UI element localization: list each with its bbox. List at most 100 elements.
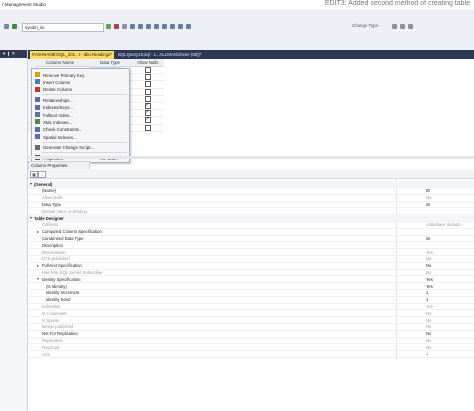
indexes-icon xyxy=(35,104,40,110)
execute-icon[interactable] xyxy=(106,24,111,29)
menu-item-spatial-indexes[interactable]: Spatial Indexes... xyxy=(32,133,129,141)
menu-separator xyxy=(42,94,127,96)
property-label: Full-text Specification xyxy=(42,263,82,269)
menu-item-generate-change-script[interactable]: Generate Change Script... xyxy=(32,144,129,152)
property-label: Merge-published xyxy=(42,324,74,330)
property-label: Has Non-SQL Server Subscriber xyxy=(42,269,103,275)
property-value: No xyxy=(426,269,432,275)
tab-table-designer[interactable]: #VSHNAME\SQL_201...t - dbo.Reading2* xyxy=(30,51,114,59)
alphabetical-icon[interactable]: ↓ xyxy=(38,171,46,178)
secondary-toolbar xyxy=(0,33,474,50)
property-value: No xyxy=(426,195,432,201)
property-label: (General) xyxy=(34,181,53,187)
expander-icon[interactable]: ▾ xyxy=(37,276,39,281)
object-explorer-panel[interactable] xyxy=(0,50,28,411)
key-icon xyxy=(35,72,40,77)
menu-item-delete-column[interactable]: Delete Column xyxy=(32,86,129,94)
menu-item-label: Remove Primary Key xyxy=(43,72,85,78)
results-to-grid-icon[interactable] xyxy=(146,24,151,29)
property-label: Identity Seed xyxy=(46,297,71,303)
menu-item-label: Check Constraints... xyxy=(43,127,83,133)
stop-icon[interactable] xyxy=(114,24,119,29)
allow-nulls-checkbox[interactable] xyxy=(145,88,151,95)
allow-nulls-checkbox[interactable] xyxy=(145,67,151,73)
allow-nulls-checkbox[interactable] xyxy=(145,74,151,81)
insert-column-icon xyxy=(35,79,40,85)
database-selector-value: sysdm_iis xyxy=(25,25,45,30)
menu-item-label: Fulltext Index... xyxy=(43,112,73,118)
comment-icon[interactable] xyxy=(162,24,167,29)
change-type-dropdown[interactable]: Change Type - xyxy=(352,23,388,30)
property-label: Computed Column Specification xyxy=(42,229,102,235)
tab-sql-query[interactable]: SQLQuery10.sql - L...ALLMAN\chene (56))* xyxy=(116,51,220,59)
expander-icon[interactable]: ▸ xyxy=(37,229,39,234)
properties-toolbar xyxy=(28,169,474,179)
allow-nulls-checkbox[interactable] xyxy=(145,116,151,124)
query-options-icon[interactable] xyxy=(138,24,143,29)
property-label: Identity Specification xyxy=(42,276,81,282)
property-value: Yes xyxy=(426,283,433,289)
property-label: Is Sparse xyxy=(42,317,60,323)
property-value: Yes xyxy=(426,303,433,309)
property-value: <database default> xyxy=(426,222,462,228)
property-value: 4 xyxy=(426,351,429,357)
property-value: No xyxy=(426,310,432,316)
fulltext-icon xyxy=(35,112,40,117)
indent-icon[interactable] xyxy=(178,24,183,29)
property-row[interactable]: Size 4 xyxy=(28,351,474,359)
property-label: Is Columnset xyxy=(42,310,67,316)
expander-icon[interactable]: ▾ xyxy=(30,181,32,186)
uncomment-icon[interactable] xyxy=(170,24,175,29)
relationships-toolbar-icon[interactable] xyxy=(400,24,405,29)
expander-icon[interactable]: ▸ xyxy=(37,263,39,268)
menu-item-label: Indexes/Keys... xyxy=(43,105,74,111)
outdent-icon[interactable] xyxy=(186,24,191,29)
column-header-allow-nulls: Allow Nulls xyxy=(137,60,159,65)
overlay-text: EDIT3: Added second method of creating t… xyxy=(324,0,470,7)
property-label: Description xyxy=(42,242,63,248)
property-value: Yes xyxy=(426,276,433,282)
property-label: Table Designer xyxy=(34,215,64,221)
database-icon[interactable] xyxy=(4,24,9,29)
tab-sql-query-label: SQLQuery10.sql - L...ALLMAN\chene (56))* xyxy=(118,52,202,57)
property-label: Data Type xyxy=(42,201,62,207)
categorized-icon[interactable]: ▦ xyxy=(30,171,38,178)
menu-item-label: Delete Column xyxy=(43,87,73,93)
menu-item-label: Spatial Indexes... xyxy=(43,134,77,140)
property-label: Allow Nulls xyxy=(42,195,63,201)
property-value: No xyxy=(426,331,432,337)
script-icon xyxy=(35,144,40,150)
property-value: No xyxy=(426,344,432,350)
property-value: int xyxy=(426,235,431,241)
new-query-icon[interactable] xyxy=(12,24,17,29)
property-label: Size xyxy=(42,351,51,357)
display-plan-icon[interactable] xyxy=(130,24,135,29)
allow-nulls-checkbox[interactable] xyxy=(145,81,151,88)
results-to-text-icon[interactable] xyxy=(154,24,159,29)
property-value: No xyxy=(426,263,432,269)
property-label: Identity Increment xyxy=(46,290,80,296)
database-selector[interactable]: sysdm_iis xyxy=(22,23,104,32)
property-label: (Name) xyxy=(42,188,56,194)
property-label: DTS-published xyxy=(42,256,70,262)
spatial-index-icon xyxy=(35,134,40,140)
manage-indexes-icon[interactable] xyxy=(408,24,413,29)
property-value: 1 xyxy=(426,290,429,296)
property-value: No xyxy=(426,337,432,343)
set-primary-key-icon[interactable] xyxy=(392,24,397,29)
object-explorer-header-controls[interactable]: ▾ ❙ ✕ xyxy=(3,51,15,57)
property-label: Default Value or Binding xyxy=(42,208,87,214)
tab-table-designer-label: #VSHNAME\SQL_201...t - dbo.Reading2* xyxy=(32,52,113,57)
property-value: ID xyxy=(426,188,431,194)
menu-item-label: Relationships... xyxy=(43,97,74,103)
column-header-name: Column Name xyxy=(46,60,75,65)
property-label: Replicated xyxy=(42,337,62,343)
property-value: Yes xyxy=(426,249,433,255)
object-explorer-header: ▾ ❙ ✕ xyxy=(0,50,27,58)
property-label: RowGuid xyxy=(42,344,60,350)
expander-icon[interactable]: ▾ xyxy=(30,215,32,220)
parse-icon[interactable] xyxy=(122,24,127,29)
allow-nulls-checkbox[interactable] xyxy=(145,124,151,131)
pane-splitter[interactable] xyxy=(28,156,474,159)
property-value: No xyxy=(426,324,432,330)
